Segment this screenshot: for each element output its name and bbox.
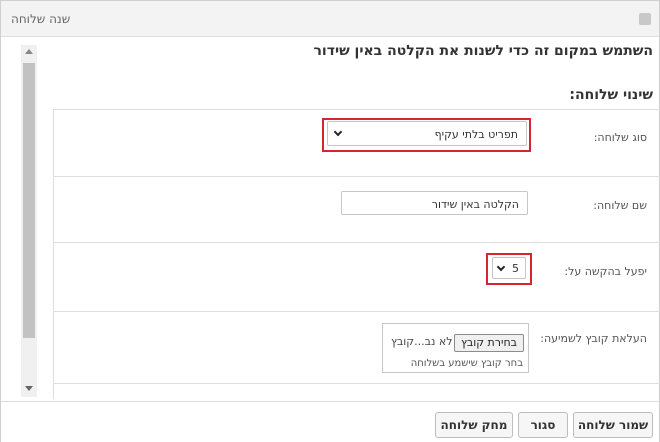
dialog-footer: שמור שלוחה סגור מחק שלוחה [1, 401, 659, 442]
scrollbar-thumb[interactable] [23, 63, 35, 338]
delete-button[interactable]: מחק שלוחה [435, 412, 513, 438]
form-row-type: סוג שלוחה: תפריט בלתי עקיף [53, 109, 660, 177]
section-title: שינוי שלוחה: [569, 87, 653, 103]
upload-hint: בחר קובץ שישמע בשלוחה [410, 358, 523, 369]
close-icon[interactable] [639, 13, 651, 25]
save-button[interactable]: שמור שלוחה [573, 412, 653, 438]
vertical-scrollbar[interactable] [21, 45, 37, 397]
dialog-title: שנה שלוחה [11, 12, 71, 26]
extension-form: סוג שלוחה: תפריט בלתי עקיף שם שלוחה: הקל… [53, 109, 660, 399]
upload-box: בחירת קובץ לא נב...קובץ בחר קובץ שישמע ב… [382, 323, 529, 373]
form-row-name: שם שלוחה: הקלטה באין שידור [53, 176, 660, 243]
form-row-upload: העלאת קובץ לשמיעה: בחירת קובץ לא נב...קו… [53, 311, 660, 384]
name-input[interactable]: הקלטה באין שידור [341, 191, 528, 215]
scroll-up-icon[interactable] [25, 49, 33, 54]
no-file-text: לא נב...קובץ [391, 335, 453, 348]
upload-label: העלאת קובץ לשמיעה: [540, 332, 647, 345]
form-row-trigger: יפעל בהקשה על: 5 [53, 242, 660, 312]
trigger-label: יפעל בהקשה על: [564, 265, 647, 278]
type-label: סוג שלוחה: [593, 131, 647, 144]
name-input-value: הקלטה באין שידור [431, 198, 519, 211]
close-button[interactable]: סגור [518, 412, 568, 438]
highlight-box [486, 253, 532, 285]
form-row-next [53, 383, 660, 399]
scroll-down-icon[interactable] [25, 386, 33, 391]
highlight-box [322, 118, 531, 152]
intro-text: השתמש במקום זה כדי לשנות את הקלטה באין ש… [313, 43, 653, 59]
name-label: שם שלוחה: [593, 199, 647, 212]
choose-file-button[interactable]: בחירת קובץ [454, 334, 524, 352]
dialog-titlebar: שנה שלוחה [1, 1, 659, 37]
edit-extension-dialog: שנה שלוחה השתמש במקום זה כדי לשנות את הק… [0, 0, 660, 442]
